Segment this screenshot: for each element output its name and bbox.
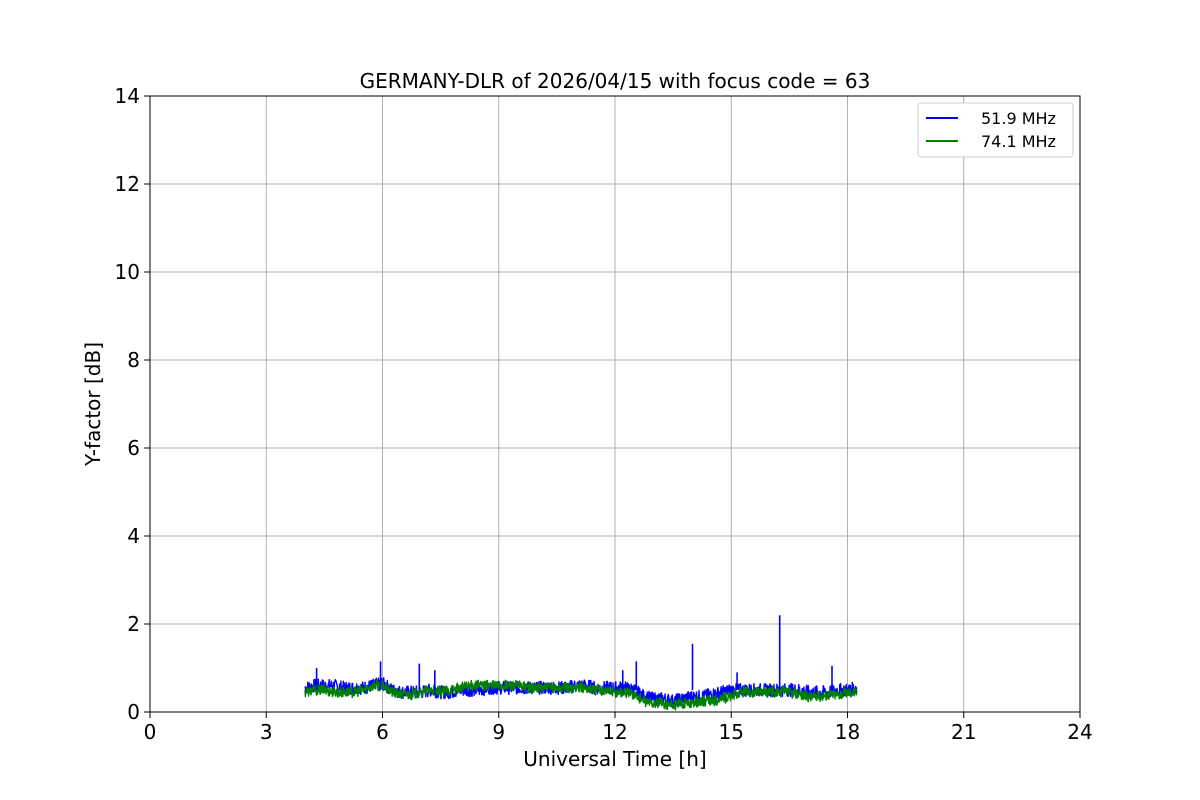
chart-title: GERMANY-DLR of 2026/04/15 with focus cod… [360, 69, 871, 93]
x-tick-label: 3 [260, 720, 273, 744]
ticks: 0 3 6 9 12 15 18 21 2402468101214 [115, 84, 1093, 744]
y-tick-label: 8 [127, 348, 140, 372]
y-tick-label: 12 [115, 172, 140, 196]
legend-label: 74.1 MHz [981, 132, 1056, 151]
x-tick-label: 6 [376, 720, 389, 744]
legend: 51.9 MHz 74.1 MHz [917, 102, 1074, 158]
series-layer [304, 615, 858, 711]
chart: 0 3 6 9 12 15 18 21 2402468101214 GERMANY-DLR of… [81, 69, 1093, 771]
y-tick-label: 14 [115, 84, 140, 108]
x-axis-label: Universal Time [h] [523, 747, 706, 771]
y-tick-label: 2 [127, 612, 140, 636]
y-tick-label: 0 [127, 700, 140, 724]
x-tick-label: 18 [835, 720, 860, 744]
legend-label: 51.9 MHz [981, 109, 1056, 128]
x-tick-label: 21 [951, 720, 976, 744]
y-tick-label: 10 [115, 260, 140, 284]
y-axis-label: Y-factor [dB] [81, 342, 105, 467]
x-tick-label: 24 [1067, 720, 1092, 744]
x-tick-label: 15 [719, 720, 744, 744]
y-tick-label: 6 [127, 436, 140, 460]
x-tick-label: 12 [602, 720, 627, 744]
y-tick-label: 4 [127, 524, 140, 548]
x-tick-label: 0 [144, 720, 157, 744]
grid [149, 95, 1081, 713]
x-tick-label: 9 [492, 720, 505, 744]
